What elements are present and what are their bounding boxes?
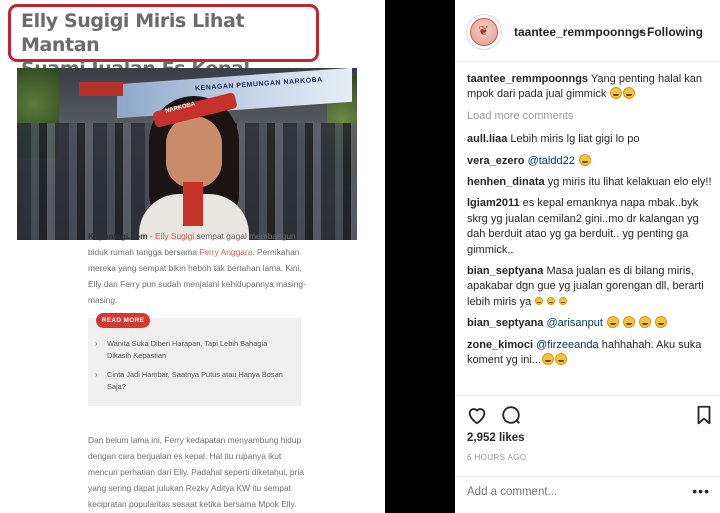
- comments-list: taantee_remmpoonngs Yang penting halal k…: [467, 72, 717, 375]
- article-headline-box: Elly Sugigi Miris Lihat Mantan Suami Jua…: [8, 4, 319, 80]
- caption-username[interactable]: taantee_remmpoonngs: [467, 73, 588, 85]
- read-more-link-1[interactable]: › Wanita Suka Diberi Harapan, Tapi Lebih…: [95, 338, 293, 362]
- avatar-image: ❦: [470, 18, 498, 46]
- comment-username[interactable]: aull.liaa: [467, 133, 507, 145]
- article-name-elly[interactable]: Elly Sugigi: [155, 231, 194, 241]
- grinning-sweat-emoji-icon: [623, 316, 636, 329]
- woman-figure: NARKOBA: [139, 86, 249, 240]
- comment-icon[interactable]: [500, 404, 522, 426]
- smile-emoji-icon: [547, 296, 556, 305]
- article-photo: KENAGAN PEMUNGAN NARKOBA NARKOBA: [17, 68, 357, 240]
- caption: taantee_remmpoonngs Yang penting halal k…: [467, 72, 717, 103]
- article-paragraph-1: Kapanlagi.com - Elly Sugigi sempat gagal…: [88, 228, 310, 308]
- post-header: ❦ taantee_remmpoonngs • Following: [455, 0, 720, 62]
- laughing-emoji-icon: [578, 153, 591, 166]
- header-separator: •: [639, 25, 644, 39]
- article-headline-line1: Elly Sugigi Miris Lihat Mantan: [21, 10, 245, 56]
- avatar-logo-icon: ❦: [478, 23, 489, 38]
- comment-item: vera_ezero @taldd22: [467, 153, 717, 169]
- article-paragraph-2: Dan belum lama ini, Ferry kedapatan meny…: [88, 432, 310, 512]
- comment-username[interactable]: zone_kimoci: [467, 339, 533, 351]
- comment-username[interactable]: bian_septyana: [467, 265, 543, 277]
- more-options-icon[interactable]: •••: [692, 483, 710, 499]
- grinning-emoji-icon: [610, 87, 623, 100]
- comment-item: aull.liaa Lebih miris lg liat gigi lo po: [467, 132, 717, 147]
- load-more-comments-link[interactable]: Load more comments: [467, 109, 717, 124]
- comment-item: zone_kimoci @firzeeanda hahhahah. Aku su…: [467, 338, 717, 369]
- heart-icon[interactable]: [466, 404, 488, 426]
- smile-emoji-icon: [535, 296, 544, 305]
- article-name-ferry[interactable]: Ferry Anggara: [199, 247, 252, 257]
- read-more-link-2[interactable]: › Cinta Jadi Hambar, Saatnya Putus atau …: [95, 369, 293, 393]
- add-comment-bar: •••: [455, 476, 720, 513]
- comment-username[interactable]: lgiam2011: [467, 197, 520, 209]
- comment-username[interactable]: bian_septyana: [467, 317, 543, 329]
- comment-item: henhen_dinata yg miris itu lihat kelakua…: [467, 175, 717, 190]
- comment-mention[interactable]: @arisanput: [546, 317, 602, 329]
- post-image: Elly Sugigi Miris Lihat Mantan Suami Jua…: [0, 0, 385, 513]
- following-button[interactable]: Following: [647, 25, 703, 39]
- comment-username[interactable]: henhen_dinata: [467, 176, 545, 188]
- grinning-emoji-icon: [623, 87, 636, 100]
- red-sign: [79, 82, 123, 96]
- read-more-link-1-text: Wanita Suka Diberi Harapan, Tapi Lebih B…: [107, 339, 268, 360]
- woman-scarf: [183, 182, 203, 226]
- add-comment-input[interactable]: [467, 486, 677, 498]
- smile-emoji-icon: [559, 296, 568, 305]
- chevron-right-icon: ›: [95, 339, 98, 348]
- comment-mention[interactable]: @taldd22: [528, 155, 575, 167]
- comment-username[interactable]: vera_ezero: [467, 155, 525, 167]
- read-more-link-2-text: Cinta Jadi Hambar, Saatnya Putus atau Ha…: [107, 370, 283, 391]
- article-source: Kapanlagi.com: [88, 231, 148, 241]
- grinning-sweat-emoji-icon: [639, 316, 652, 329]
- instagram-post-panel: ❦ taantee_remmpoonngs • Following taante…: [455, 0, 720, 513]
- bookmark-icon[interactable]: [693, 404, 715, 426]
- read-more-badge: READ MORE: [96, 313, 150, 328]
- woman-face: [166, 116, 222, 188]
- article-dash: -: [147, 231, 156, 241]
- comment-text: Lebih miris lg liat gigi lo po: [510, 133, 640, 146]
- avatar[interactable]: ❦: [466, 14, 502, 50]
- post-actions-bar: [455, 395, 720, 431]
- comment-item: bian_septyana Masa jualan es di bilang m…: [467, 264, 717, 310]
- comment-item: lgiam2011 es kepal emanknya napa mbak..b…: [467, 196, 717, 258]
- article-p2-bold: Rezky Aditya: [185, 483, 235, 493]
- grinning-emoji-icon: [554, 353, 567, 366]
- comment-mention[interactable]: @firzeeanda: [536, 339, 599, 351]
- grinning-sweat-emoji-icon: [606, 316, 619, 329]
- comment-text: yg miris itu lihat kelakuan elo ely!!: [547, 176, 712, 189]
- header-username[interactable]: taantee_remmpoonngs: [514, 25, 646, 39]
- grinning-sweat-emoji-icon: [655, 316, 668, 329]
- grinning-emoji-icon: [541, 353, 554, 366]
- likes-count[interactable]: 2,952 likes: [467, 432, 525, 444]
- chevron-right-icon: ›: [95, 370, 98, 379]
- comment-item: bian_septyana @arisanput: [467, 316, 717, 331]
- post-timestamp[interactable]: 6 HOURS AGO: [467, 453, 527, 462]
